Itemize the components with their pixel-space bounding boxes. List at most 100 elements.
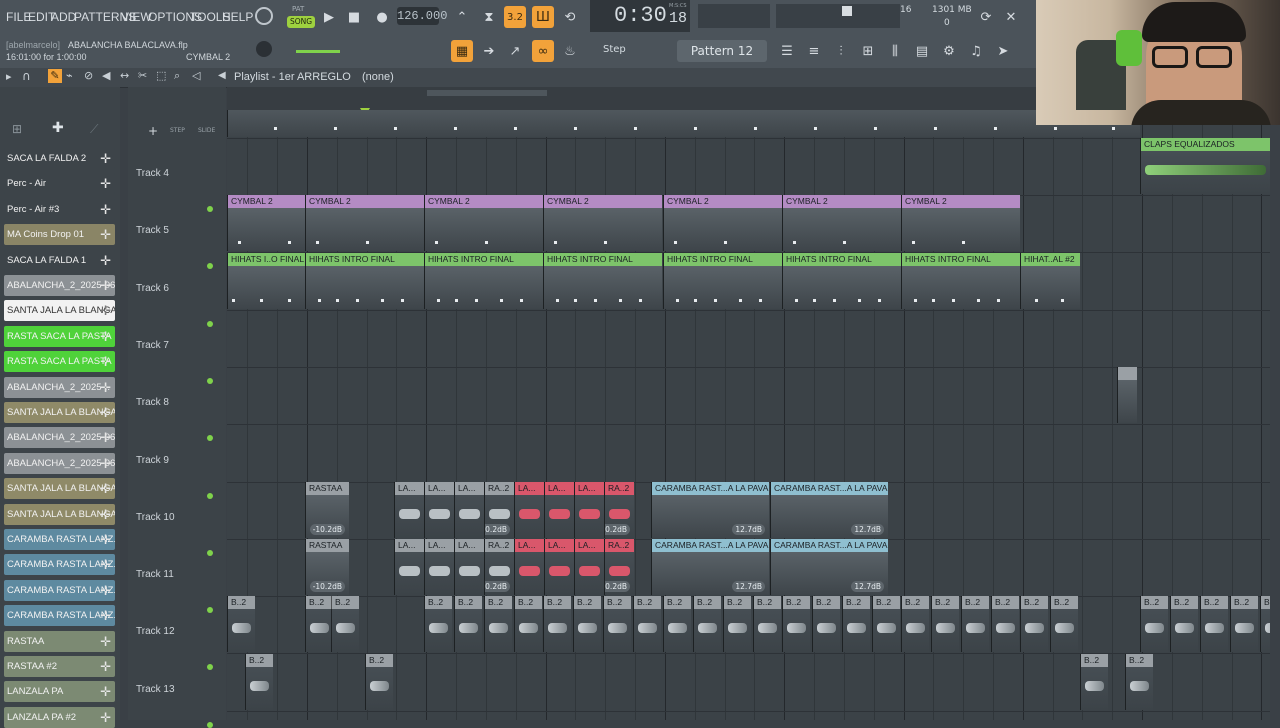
- audio-clip-icon[interactable]: ✚: [52, 120, 64, 136]
- pattern-clip[interactable]: B..2: [991, 596, 1019, 653]
- timeline-ruler[interactable]: [227, 87, 1036, 116]
- track-name[interactable]: Track 4: [136, 168, 169, 179]
- pattern-clip[interactable]: HIHATS INTRO FINAL: [424, 252, 543, 309]
- pitch-knob[interactable]: [256, 41, 272, 57]
- drag-handle-icon[interactable]: ✛: [100, 148, 111, 169]
- picker-item[interactable]: LANZALA PA #2 ✛: [4, 706, 115, 728]
- pattern-clip[interactable]: B..2: [365, 653, 393, 710]
- track-name[interactable]: Track 13: [136, 684, 175, 695]
- track-name[interactable]: Track 7: [136, 340, 169, 351]
- pattern-clip[interactable]: RASTAA -10.2dB: [305, 539, 349, 596]
- pattern-clip[interactable]: LA...: [394, 481, 424, 538]
- metronome-icon[interactable]: ⌃: [451, 6, 473, 28]
- pattern-clip[interactable]: RA..2 -10.2dB: [484, 539, 514, 596]
- pattern-clip[interactable]: B..2: [454, 596, 482, 653]
- drag-handle-icon[interactable]: ✛: [100, 504, 111, 525]
- keyboard-icon[interactable]: ▦: [451, 40, 473, 62]
- track-enable-led[interactable]: [207, 492, 213, 499]
- pattern-clip[interactable]: HIHATS I..O FINAL: [227, 252, 305, 309]
- pattern-clip[interactable]: B..2: [331, 596, 359, 653]
- settings-icon[interactable]: ✕: [1000, 6, 1022, 28]
- pattern-clip[interactable]: LA...: [424, 481, 454, 538]
- picker-item[interactable]: SANTA JALA LA BLANCA ✛: [4, 300, 115, 322]
- drag-handle-icon[interactable]: ✛: [100, 402, 111, 423]
- pattern-clip[interactable]: B..2: [931, 596, 959, 653]
- drag-handle-icon[interactable]: ✛: [100, 250, 111, 271]
- drag-handle-icon[interactable]: ✛: [100, 326, 111, 347]
- pattern-clip[interactable]: B..2: [872, 596, 900, 653]
- countdown-icon[interactable]: 3.2: [504, 6, 526, 28]
- delete-tool-icon[interactable]: ⊘: [84, 69, 93, 82]
- pattern-clip[interactable]: B..2: [245, 653, 273, 710]
- draw-tool-icon[interactable]: ✎: [48, 69, 62, 83]
- pattern-clip[interactable]: B..2: [1125, 653, 1153, 710]
- track-row[interactable]: [227, 310, 1270, 368]
- picker-item[interactable]: CARAMBA RASTA LANZ.. ✛: [4, 605, 115, 627]
- snap-selector[interactable]: Step: [603, 44, 626, 55]
- pattern-clip[interactable]: B..2: [1200, 596, 1228, 653]
- pattern-clip[interactable]: RA..2 -10.2dB: [604, 539, 634, 596]
- play-arrow-icon[interactable]: ▸: [6, 70, 12, 83]
- track-enable-led[interactable]: [207, 721, 213, 728]
- pattern-clip[interactable]: B..2: [1050, 596, 1078, 653]
- drag-handle-icon[interactable]: ✛: [100, 453, 111, 474]
- magnet-icon[interactable]: ♨: [559, 40, 581, 62]
- pattern-clip[interactable]: B..2: [753, 596, 781, 653]
- slip-tool-icon[interactable]: ↔: [120, 69, 129, 82]
- picker-item[interactable]: SANTA JALA LA BLANCA V2..✛: [4, 478, 115, 500]
- send-icon[interactable]: ➤: [992, 40, 1014, 62]
- pattern-clip[interactable]: CARAMBA RAST...A LA PAVA #3 12.7dB: [651, 539, 769, 596]
- drag-handle-icon[interactable]: ✛: [100, 580, 111, 601]
- track-enable-led[interactable]: [207, 607, 213, 614]
- pattern-clip[interactable]: B..2: [782, 596, 810, 653]
- pattern-clip[interactable]: B..2: [227, 596, 255, 653]
- pattern-clip[interactable]: B..2: [1140, 596, 1168, 653]
- drag-handle-icon[interactable]: ✛: [100, 173, 111, 194]
- pattern-clip[interactable]: HIHATS INTRO FINAL: [663, 252, 782, 309]
- track-enable-led[interactable]: [207, 549, 213, 556]
- pattern-clip[interactable]: B..2: [961, 596, 989, 653]
- play-icon[interactable]: ▶: [318, 6, 340, 28]
- pattern-clip[interactable]: LA...: [424, 539, 454, 596]
- pattern-clip[interactable]: B..2: [633, 596, 661, 653]
- paint-tool-icon[interactable]: ⌁: [66, 69, 73, 82]
- pattern-clip[interactable]: [1117, 367, 1137, 424]
- automation-icon[interactable]: ⟋: [90, 122, 98, 137]
- tempo-icon[interactable]: ♫: [965, 40, 987, 62]
- drag-handle-icon[interactable]: ✛: [100, 631, 111, 652]
- drag-handle-icon[interactable]: ✛: [100, 275, 111, 296]
- pattern-clip[interactable]: B..2: [663, 596, 691, 653]
- pattern-clip[interactable]: LA...: [574, 481, 604, 538]
- pattern-clip[interactable]: CYMBAL 2: [424, 195, 543, 252]
- menu-help[interactable]: HELP: [222, 10, 253, 24]
- drag-handle-icon[interactable]: ✛: [100, 199, 111, 220]
- playlist-icon[interactable]: ☰: [776, 40, 798, 62]
- drag-handle-icon[interactable]: ✛: [100, 707, 111, 728]
- picker-item[interactable]: LANZALA PA ✛: [4, 681, 115, 703]
- pattern-clip[interactable]: RA..2 -10.2dB: [604, 481, 634, 538]
- pattern-clip[interactable]: B..2: [1260, 596, 1270, 653]
- pattern-clip[interactable]: HIHAT..AL #2: [1020, 252, 1080, 309]
- picker-item[interactable]: ABALANCHA_2_2025-06-2..✛: [4, 427, 115, 449]
- drag-handle-icon[interactable]: ✛: [100, 377, 111, 398]
- pattern-clip[interactable]: HIHATS INTRO FINAL: [305, 252, 424, 309]
- browser-icon[interactable]: ▤: [911, 40, 933, 62]
- track-enable-led[interactable]: [207, 664, 213, 671]
- pattern-clip[interactable]: B..2: [693, 596, 721, 653]
- drag-handle-icon[interactable]: ✛: [100, 529, 111, 550]
- pattern-clip[interactable]: CYMBAL 2: [305, 195, 424, 252]
- track-row[interactable]: [227, 138, 1270, 196]
- track-row[interactable]: [227, 367, 1270, 426]
- track-name[interactable]: Track 5: [136, 225, 169, 236]
- picker-item[interactable]: ABALANCHA_2_2025-.. ✛: [4, 376, 115, 398]
- plugin-icon[interactable]: ⚙: [938, 40, 960, 62]
- pattern-clip[interactable]: B..2: [1020, 596, 1048, 653]
- pattern-clip[interactable]: LA...: [544, 539, 574, 596]
- channel-rack-icon[interactable]: ≡: [803, 40, 825, 62]
- master-volume-knob[interactable]: [255, 7, 273, 25]
- track-name[interactable]: Track 8: [136, 397, 169, 408]
- picker-item[interactable]: RASTAA ✛: [4, 630, 115, 652]
- drag-handle-icon[interactable]: ✛: [100, 681, 111, 702]
- playlist-grid[interactable]: CLAPS EQUALIZADOS CYMBAL 2 CYMBAL 2 CYMBAL …: [227, 110, 1270, 720]
- refresh-icon[interactable]: ⟳: [975, 6, 997, 28]
